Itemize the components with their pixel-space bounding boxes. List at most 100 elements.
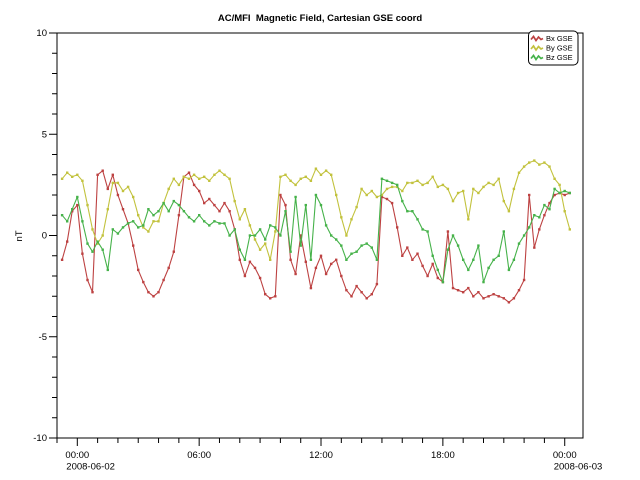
data-point-marker <box>411 259 413 261</box>
data-point-marker <box>279 194 281 196</box>
data-point-marker <box>254 234 256 236</box>
data-point-marker <box>203 176 205 178</box>
series-by-gse <box>61 159 571 261</box>
data-point-marker <box>178 184 180 186</box>
data-point-marker <box>102 170 104 172</box>
data-point-marker <box>437 186 439 188</box>
data-point-marker <box>533 214 535 216</box>
data-point-marker <box>66 220 68 222</box>
data-point-marker <box>355 206 357 208</box>
data-point-marker <box>320 255 322 257</box>
data-point-marker <box>462 291 464 293</box>
data-point-marker <box>492 184 494 186</box>
data-point-marker <box>452 287 454 289</box>
data-point-marker <box>223 174 225 176</box>
data-point-marker <box>279 176 281 178</box>
data-point-marker <box>244 208 246 210</box>
data-point-marker <box>71 208 73 210</box>
data-point-marker <box>198 190 200 192</box>
data-point-marker <box>203 202 205 204</box>
data-point-marker <box>401 190 403 192</box>
data-point-marker <box>335 259 337 261</box>
data-point-marker <box>406 210 408 212</box>
data-point-marker <box>300 178 302 180</box>
data-point-marker <box>533 159 535 161</box>
data-point-marker <box>112 182 114 184</box>
data-point-marker <box>503 200 505 202</box>
data-point-marker <box>360 188 362 190</box>
data-point-marker <box>127 186 129 188</box>
data-point-marker <box>249 224 251 226</box>
data-point-marker <box>513 259 515 261</box>
data-point-marker <box>426 275 428 277</box>
data-point-marker <box>310 259 312 261</box>
data-point-marker <box>437 269 439 271</box>
data-point-marker <box>350 218 352 220</box>
data-point-marker <box>289 251 291 253</box>
data-point-marker <box>371 293 373 295</box>
data-point-marker <box>406 246 408 248</box>
data-point-marker <box>102 234 104 236</box>
data-point-marker <box>81 220 83 222</box>
data-point-marker <box>152 295 154 297</box>
data-point-marker <box>391 202 393 204</box>
data-point-marker <box>208 198 210 200</box>
data-point-marker <box>198 214 200 216</box>
data-point-marker <box>213 204 215 206</box>
data-point-marker <box>122 208 124 210</box>
x-date-label: 2008-06-02 <box>66 462 115 473</box>
data-point-marker <box>482 186 484 188</box>
data-point-marker <box>477 244 479 246</box>
data-point-marker <box>366 194 368 196</box>
data-point-marker <box>376 283 378 285</box>
data-point-marker <box>569 228 571 230</box>
data-series <box>61 159 571 303</box>
data-point-marker <box>487 267 489 269</box>
data-point-marker <box>76 174 78 176</box>
data-point-marker <box>523 165 525 167</box>
data-point-marker <box>132 244 134 246</box>
data-point-marker <box>411 182 413 184</box>
data-point-marker <box>193 174 195 176</box>
data-point-marker <box>122 226 124 228</box>
data-point-marker <box>279 234 281 236</box>
x-date-label: 2008-06-03 <box>554 462 603 473</box>
data-point-marker <box>239 259 241 261</box>
series-line <box>62 171 570 303</box>
data-point-marker <box>137 269 139 271</box>
data-point-marker <box>482 297 484 299</box>
data-point-marker <box>538 163 540 165</box>
data-point-marker <box>81 180 83 182</box>
data-point-marker <box>178 214 180 216</box>
data-point-marker <box>340 216 342 218</box>
data-point-marker <box>558 192 560 194</box>
data-point-marker <box>452 200 454 202</box>
data-point-marker <box>274 226 276 228</box>
data-point-marker <box>320 204 322 206</box>
data-point-marker <box>193 184 195 186</box>
data-point-marker <box>142 281 144 283</box>
data-point-marker <box>284 210 286 212</box>
data-point-marker <box>411 210 413 212</box>
axis-ticks <box>49 33 565 446</box>
data-point-marker <box>487 182 489 184</box>
data-point-marker <box>467 269 469 271</box>
data-point-marker <box>518 172 520 174</box>
data-point-marker <box>330 263 332 265</box>
data-point-marker <box>543 204 545 206</box>
data-point-marker <box>426 230 428 232</box>
data-point-marker <box>360 244 362 246</box>
data-point-marker <box>437 277 439 279</box>
data-point-marker <box>162 202 164 204</box>
plot-window: AC/MFI Magnetic Field, Cartesian GSE coo… <box>0 0 640 480</box>
data-point-marker <box>330 174 332 176</box>
data-point-marker <box>498 255 500 257</box>
data-point-marker <box>564 190 566 192</box>
data-point-marker <box>432 255 434 257</box>
data-point-marker <box>254 238 256 240</box>
chart-canvas: AC/MFI Magnetic Field, Cartesian GSE coo… <box>0 0 640 480</box>
data-point-marker <box>294 184 296 186</box>
data-point-marker <box>457 244 459 246</box>
data-point-marker <box>300 244 302 246</box>
data-point-marker <box>477 192 479 194</box>
